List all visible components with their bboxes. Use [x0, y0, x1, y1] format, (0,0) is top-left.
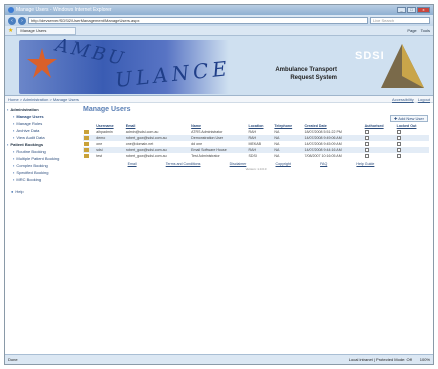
header-links: Accessibility Logout [392, 97, 430, 102]
add-new-user-button[interactable]: ✚ Add New User [389, 115, 428, 122]
sidebar-nav: ▪ Administration ▪ Manage Users ▪ Manage Ro… [5, 103, 79, 336]
sidebar-item-archive-data[interactable]: ▪ Archive Data [7, 127, 77, 134]
edit-icon[interactable] [84, 130, 89, 135]
favorites-star-icon[interactable]: ★ [8, 27, 13, 34]
main-panel: Manage Users ✚ Add New User Username Ema… [79, 103, 433, 336]
sidebar-item-complex-booking[interactable]: ▪ Complex Booking [7, 162, 77, 169]
table-cell: robert_gow@sdsi.com.au [124, 153, 191, 159]
status-text: Done [8, 357, 18, 362]
sidebar-item-multiple-patient-booking[interactable]: ▪ Multiple Patient Booking [7, 155, 77, 162]
page-title: Manage Users [83, 106, 131, 113]
edit-icon[interactable] [84, 148, 89, 153]
breadcrumb-path[interactable]: Home > Administration > Manage Users [8, 97, 79, 102]
table-cell: Test Administrator [190, 153, 248, 159]
users-table: Username Email Name Location Telephone C… [83, 123, 429, 159]
footer-link-copyright[interactable]: Copyright [276, 162, 291, 166]
help-link[interactable]: ● Help [7, 188, 77, 195]
logout-link[interactable]: Logout [418, 97, 430, 102]
locked-out-checkbox[interactable] [395, 153, 429, 159]
sidebar-item-manage-roles[interactable]: ▪ Manage Roles [7, 120, 77, 127]
command-bar: Page Tools [407, 28, 430, 33]
footer-link-terms[interactable]: Terms and Conditions [166, 162, 201, 166]
table-cell: NA [273, 153, 304, 159]
forward-icon[interactable]: › [18, 16, 26, 25]
zoom-level[interactable]: 100% [420, 357, 430, 362]
help-icon: ● [11, 189, 14, 194]
pyramid-logo-icon [381, 44, 424, 88]
sidebar-item-manage-users[interactable]: ▪ Manage Users [7, 113, 77, 120]
sidebar-item-view-audit-data[interactable]: ▪ View Audit Data [7, 134, 77, 141]
sidebar-item-routine-booking[interactable]: ▪ Routine Booking [7, 148, 77, 155]
maximize-button[interactable]: □ [407, 7, 416, 13]
table-cell: SDSI [247, 153, 274, 159]
star-of-life-icon [27, 48, 57, 78]
status-right: Local intranet | Protected Mode: Off 100… [349, 357, 430, 362]
sidebar-group-patient-bookings[interactable]: ▪ Patient Bookings [7, 141, 77, 148]
address-input[interactable]: http://devserver/SDSi2/UserManagement/Ma… [28, 17, 368, 24]
minimize-button[interactable]: _ [397, 7, 406, 13]
version-note: Version: 1.0.0.0 [245, 167, 267, 171]
tab-manage-users[interactable]: Manage Users [16, 26, 77, 35]
table-cell: 7/08/2007 10:16:05 AM [303, 153, 364, 159]
browser-window: Manage Users - Windows Internet Explorer… [4, 4, 434, 365]
page-menu[interactable]: Page [407, 28, 416, 33]
edit-icon[interactable] [84, 154, 89, 159]
edit-icon[interactable] [84, 142, 89, 147]
breadcrumb: Home > Administration > Manage Users Acc… [5, 96, 433, 103]
search-input[interactable]: Live Search [370, 17, 430, 24]
close-button[interactable]: x [417, 7, 430, 13]
accessibility-link[interactable]: Accessibility [392, 97, 414, 102]
table-row[interactable]: test robert_gow@sdsi.com.au Test Administr… [83, 153, 429, 159]
edit-icon[interactable] [84, 136, 89, 141]
footer-links: Email Terms and Conditions Disclaimer Co… [83, 162, 429, 166]
back-icon[interactable]: ‹ [8, 16, 16, 25]
footer-link-email[interactable]: Email [128, 162, 137, 166]
title-bar: Manage Users - Windows Internet Explorer… [5, 5, 433, 15]
ie-icon [8, 7, 14, 13]
status-bar: Done Local intranet | Protected Mode: Of… [5, 354, 433, 364]
window-title: Manage Users - Windows Internet Explorer [16, 7, 112, 13]
content-area: ▪ Administration ▪ Manage Users ▪ Manage Ro… [5, 103, 433, 336]
sidebar-group-administration[interactable]: ▪ Administration [7, 106, 77, 113]
header-banner: AMBU ULANCE Ambulance Transport Request … [5, 36, 433, 96]
security-zone: Local intranet | Protected Mode: Off [348, 357, 412, 362]
sidebar-item-specified-booking[interactable]: ▪ Specified Booking [7, 169, 77, 176]
sidebar-item-mrc-booking[interactable]: ▪ MRC Booking [7, 176, 77, 183]
tabs-bar: ★ Manage Users Page Tools [5, 26, 433, 36]
app-title: Ambulance Transport Request System [275, 67, 337, 81]
tools-menu[interactable]: Tools [421, 28, 430, 33]
row-actions [83, 153, 96, 159]
table-cell: test [95, 153, 125, 159]
footer-link-faq[interactable]: FAQ [320, 162, 327, 166]
authorised-checkbox[interactable] [363, 153, 396, 159]
footer-link-disclaimer[interactable]: Disclaimer [230, 162, 247, 166]
address-bar: ‹ › http://devserver/SDSi2/UserManagemen… [5, 15, 433, 26]
footer-link-help-guide[interactable]: Help Guide [356, 162, 374, 166]
